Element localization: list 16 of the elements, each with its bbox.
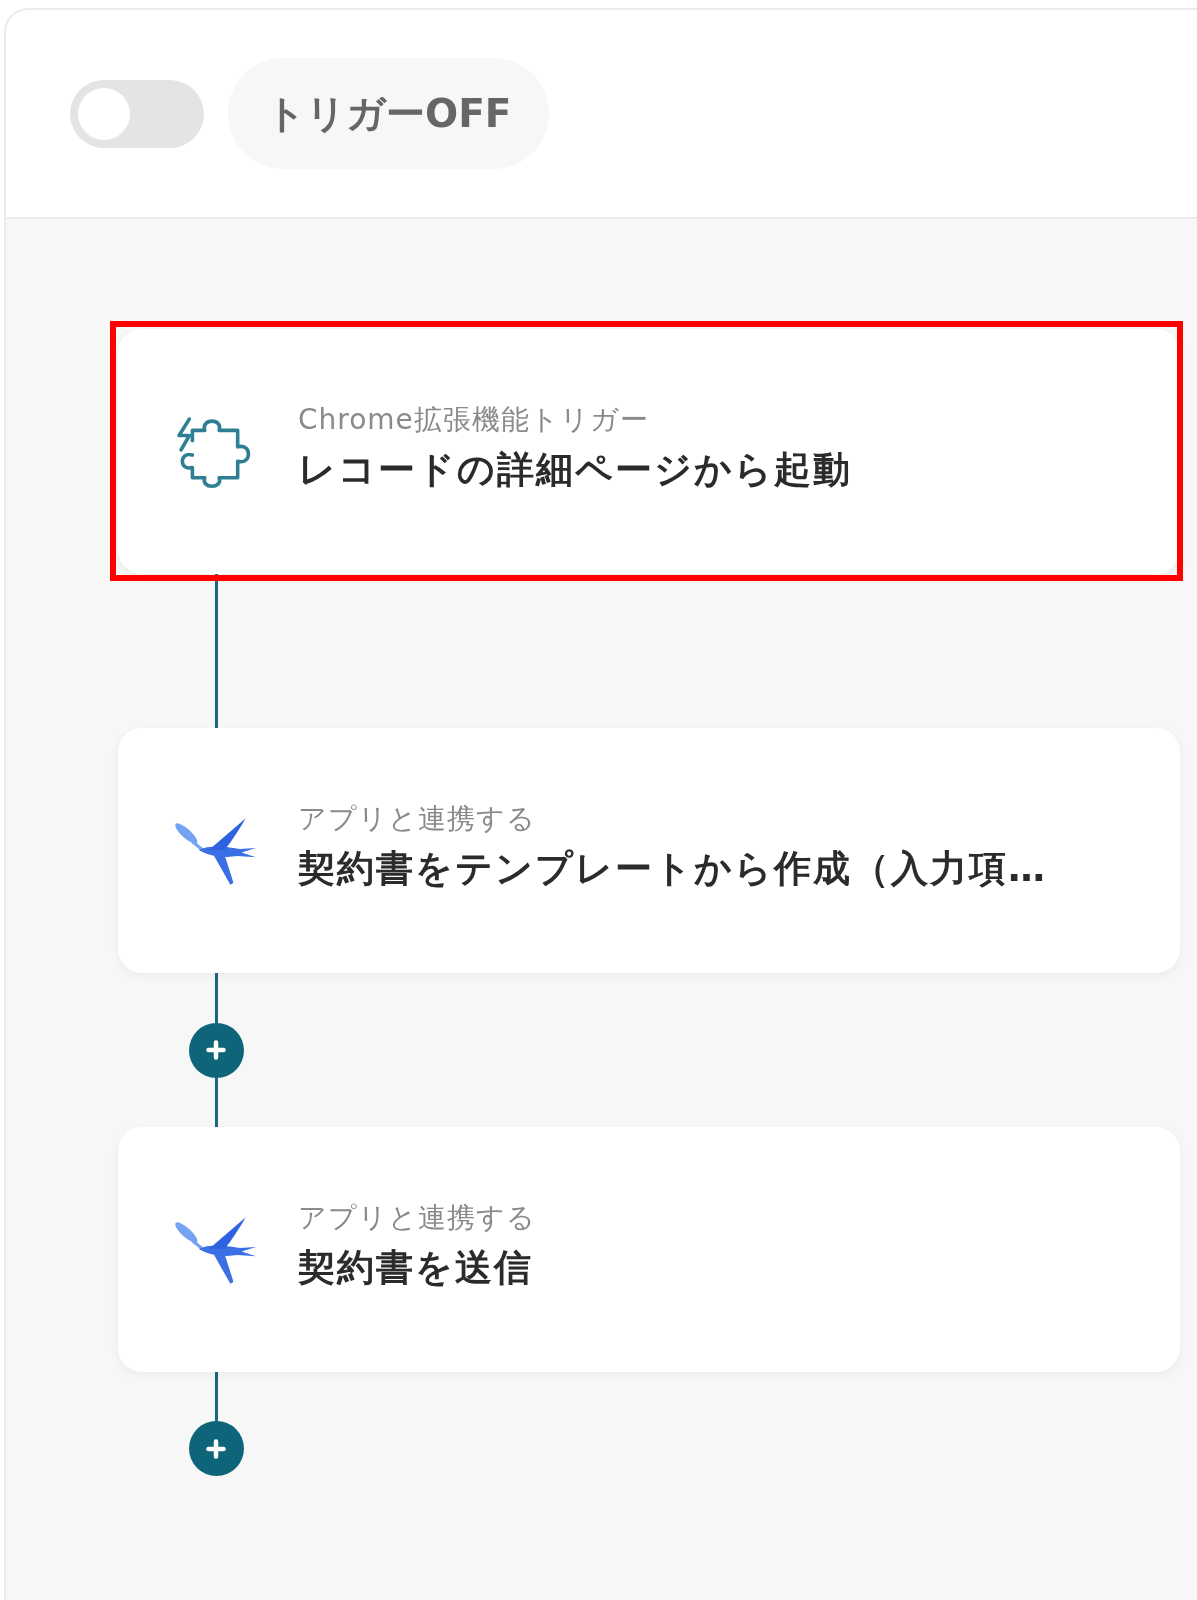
step-category: Chrome拡張機能トリガー <box>298 402 649 437</box>
step-title: 契約書を送信 <box>298 1246 533 1291</box>
step-category: アプリと連携する <box>298 1200 536 1235</box>
connector-line <box>214 973 218 1023</box>
step-card[interactable]: アプリと連携する 契約書を送信 <box>118 1127 1180 1372</box>
step-title: 契約書をテンプレートから作成（入力項… <box>298 847 1047 892</box>
plus-icon <box>206 1438 226 1459</box>
connector-line <box>214 1372 218 1421</box>
step-title: レコードの詳細ページから起動 <box>298 448 852 493</box>
connector-line <box>214 1077 218 1127</box>
add-step-button[interactable] <box>188 1421 244 1476</box>
plus-icon <box>206 1040 226 1060</box>
trigger-status-label: トリガーOFF <box>228 58 550 169</box>
step-card[interactable]: アプリと連携する 契約書をテンプレートから作成（入力項… <box>118 728 1180 973</box>
step-category: アプリと連携する <box>298 801 536 836</box>
step-card[interactable]: Chrome拡張機能トリガー レコードの詳細ページから起動 <box>118 329 1180 574</box>
